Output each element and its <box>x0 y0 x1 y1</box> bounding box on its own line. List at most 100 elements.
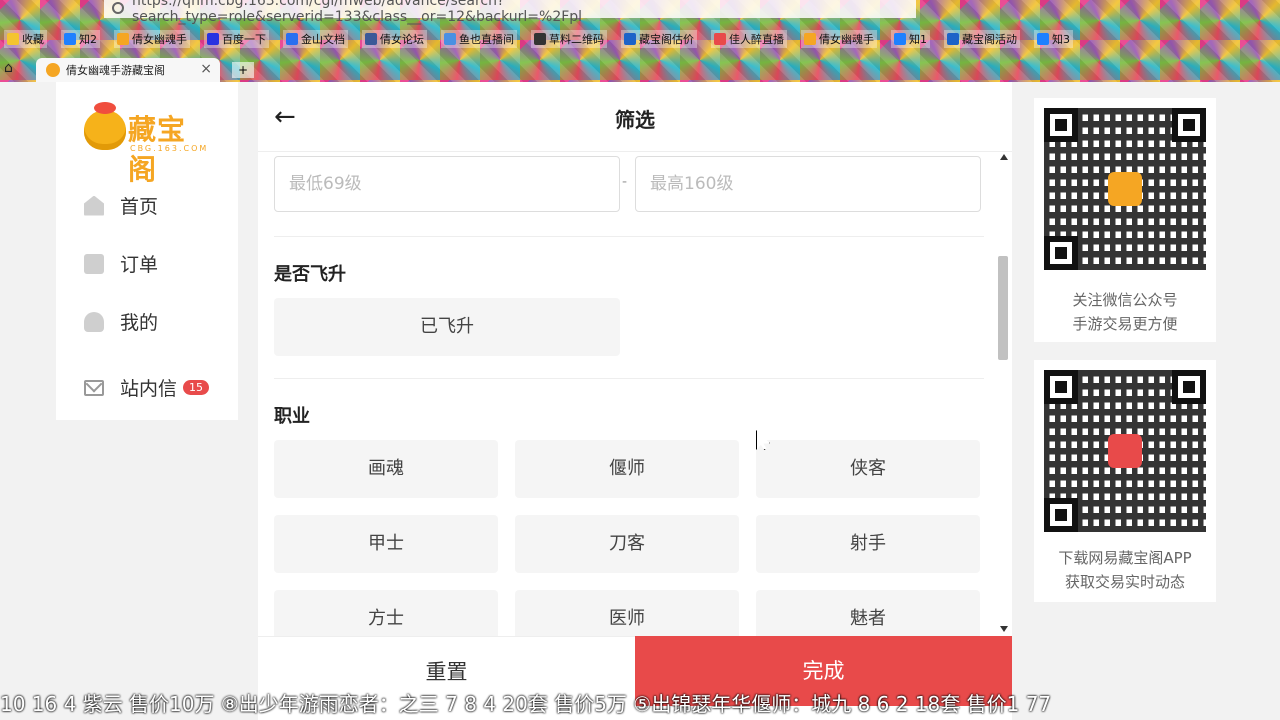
qr-finder <box>1172 108 1206 142</box>
qr-caption: 手游交易更方便 <box>1072 315 1178 333</box>
bookmark-item[interactable]: 佳人醉直播 <box>711 30 787 48</box>
zhihu-icon <box>1037 33 1049 45</box>
bookmarks-bar: 收藏 知2 倩女幽魂手 百度一下 金山文档 倩女论坛 鱼也直播间 草料二维码 藏… <box>0 28 1280 50</box>
class-option[interactable]: 甲士 <box>274 515 498 573</box>
site-icon <box>624 33 636 45</box>
divider <box>274 236 984 237</box>
bookmark-item[interactable]: 倩女幽魂手 <box>801 30 877 48</box>
bookmark-label: 倩女幽魂手 <box>132 33 187 46</box>
bookmark-label: 藏宝阁活动 <box>962 33 1017 46</box>
bookmark-item[interactable]: 金山文档 <box>283 30 348 48</box>
class-option[interactable]: 偃师 <box>515 440 739 498</box>
bookmark-item[interactable]: 鱼也直播间 <box>441 30 517 48</box>
qr-finder <box>1044 370 1078 404</box>
nav-orders-label: 订单 <box>120 254 159 276</box>
zhihu-icon <box>64 33 76 45</box>
nav-inbox[interactable]: 站内信 15 <box>84 374 210 401</box>
scrollbar-thumb[interactable] <box>998 256 1008 360</box>
filter-panel: ← 筛选 最低69级 - 最高160级 是否飞升 已飞升 职业 画魂 偃师 侠客… <box>258 82 1012 720</box>
bookmark-label: 金山文档 <box>301 33 345 46</box>
bookmark-label: 鱼也直播间 <box>459 33 514 46</box>
site-icon <box>365 33 377 45</box>
page-title: 筛选 <box>615 108 655 132</box>
class-option[interactable]: 医师 <box>515 590 739 636</box>
bookmark-item[interactable]: 倩女幽魂手 <box>114 30 190 48</box>
bookmark-item[interactable]: 草料二维码 <box>531 30 607 48</box>
logo-domain: CBG.163.COM <box>130 144 209 153</box>
orders-icon <box>84 253 104 274</box>
filter-header: ← 筛选 <box>258 82 1012 152</box>
level-max-input[interactable]: 最高160级 <box>635 156 981 212</box>
app-qr-card: 下载网易藏宝阁APP 获取交易实时动态 <box>1034 360 1216 602</box>
live-icon <box>714 33 726 45</box>
home-icon[interactable]: ⌂ <box>4 60 24 78</box>
favicon-icon <box>46 63 60 77</box>
class-option[interactable]: 魅者 <box>756 590 980 636</box>
close-icon[interactable]: × <box>200 61 212 77</box>
class-option[interactable]: 侠客 <box>756 440 980 498</box>
nav-me-label: 我的 <box>120 312 159 334</box>
class-option[interactable]: 射手 <box>756 515 980 573</box>
option-ascended[interactable]: 已飞升 <box>274 298 620 356</box>
live-icon <box>444 33 456 45</box>
range-dash: - <box>622 174 628 190</box>
inbox-label: 站内信 <box>120 378 178 400</box>
bookmark-item[interactable]: 藏宝阁活动 <box>944 30 1020 48</box>
bookmark-label: 藏宝阁估价 <box>639 33 694 46</box>
home-icon <box>84 195 104 216</box>
inbox-panel: 站内信 15 <box>56 354 238 420</box>
doc-icon <box>286 33 298 45</box>
unread-badge: 15 <box>183 380 210 395</box>
bookmark-item[interactable]: 百度一下 <box>204 30 269 48</box>
bookmark-label: 佳人醉直播 <box>729 33 784 46</box>
divider <box>274 378 984 379</box>
scroll-down-icon[interactable] <box>1000 626 1008 632</box>
site-icon <box>947 33 959 45</box>
tab-title: 倩女幽魂手游藏宝阁 <box>66 64 165 77</box>
nav-orders[interactable]: 订单 <box>84 250 158 277</box>
qr-caption: 下载网易藏宝阁APP <box>1058 549 1192 567</box>
baidu-icon <box>207 33 219 45</box>
address-bar[interactable]: https://qnm.cbg.163.com/cgi/mweb/advance… <box>104 0 916 25</box>
site-icon <box>117 33 129 45</box>
bookmark-item[interactable]: 知1 <box>891 30 930 48</box>
browser-tab[interactable]: 倩女幽魂手游藏宝阁 × <box>36 58 220 82</box>
bookmark-label: 倩女论坛 <box>380 33 424 46</box>
filter-scroll-area[interactable]: 最低69级 - 最高160级 是否飞升 已飞升 职业 画魂 偃师 侠客 甲士 刀… <box>258 152 1012 636</box>
qr-finder <box>1172 370 1206 404</box>
scroll-up-icon[interactable] <box>1000 154 1008 160</box>
overlay-ticker: 10 16 4 紫云 售价10万 ⑧出少年游雨恋者：之三 7 8 4 20套 售… <box>0 692 1052 716</box>
bookmark-item[interactable]: 知2 <box>61 30 100 48</box>
tab-bar: ⌂ 倩女幽魂手游藏宝阁 × + <box>0 56 1280 82</box>
bookmark-label: 收藏 <box>22 33 44 46</box>
wechat-qr-card: 关注微信公众号 手游交易更方便 <box>1034 98 1216 342</box>
url-text: https://qnm.cbg.163.com/cgi/mweb/advance… <box>132 0 583 25</box>
qrcode-icon <box>534 33 546 45</box>
qr-finder <box>1044 498 1078 532</box>
user-icon <box>84 311 104 332</box>
bookmark-item[interactable]: 藏宝阁估价 <box>621 30 697 48</box>
class-section-title: 职业 <box>274 406 310 427</box>
nav-home[interactable]: 首页 <box>84 192 158 219</box>
level-min-input[interactable]: 最低69级 <box>274 156 620 212</box>
cbg-logo[interactable]: 藏宝阁 CBG.163.COM <box>84 102 214 186</box>
scrollbar[interactable] <box>996 152 1012 636</box>
qr-caption: 关注微信公众号 <box>1072 291 1178 309</box>
qr-finder <box>1044 236 1078 270</box>
bookmark-item[interactable]: 知3 <box>1034 30 1073 48</box>
class-option[interactable]: 刀客 <box>515 515 739 573</box>
bookmark-item[interactable]: 倩女论坛 <box>362 30 427 48</box>
qr-caption: 获取交易实时动态 <box>1064 573 1185 591</box>
bookmark-label: 知1 <box>909 33 927 46</box>
class-option[interactable]: 方士 <box>274 590 498 636</box>
nav-home-label: 首页 <box>120 196 159 218</box>
bookmark-label: 倩女幽魂手 <box>819 33 874 46</box>
bookmark-item[interactable]: 收藏 <box>4 30 47 48</box>
bookmark-label: 知3 <box>1052 33 1070 46</box>
class-option[interactable]: 画魂 <box>274 440 498 498</box>
bookmark-label: 知2 <box>79 33 97 46</box>
bookmark-label: 草料二维码 <box>549 33 604 46</box>
new-tab-button[interactable]: + <box>232 62 254 78</box>
qr-logo-icon <box>1108 172 1142 206</box>
nav-me[interactable]: 我的 <box>84 308 158 335</box>
